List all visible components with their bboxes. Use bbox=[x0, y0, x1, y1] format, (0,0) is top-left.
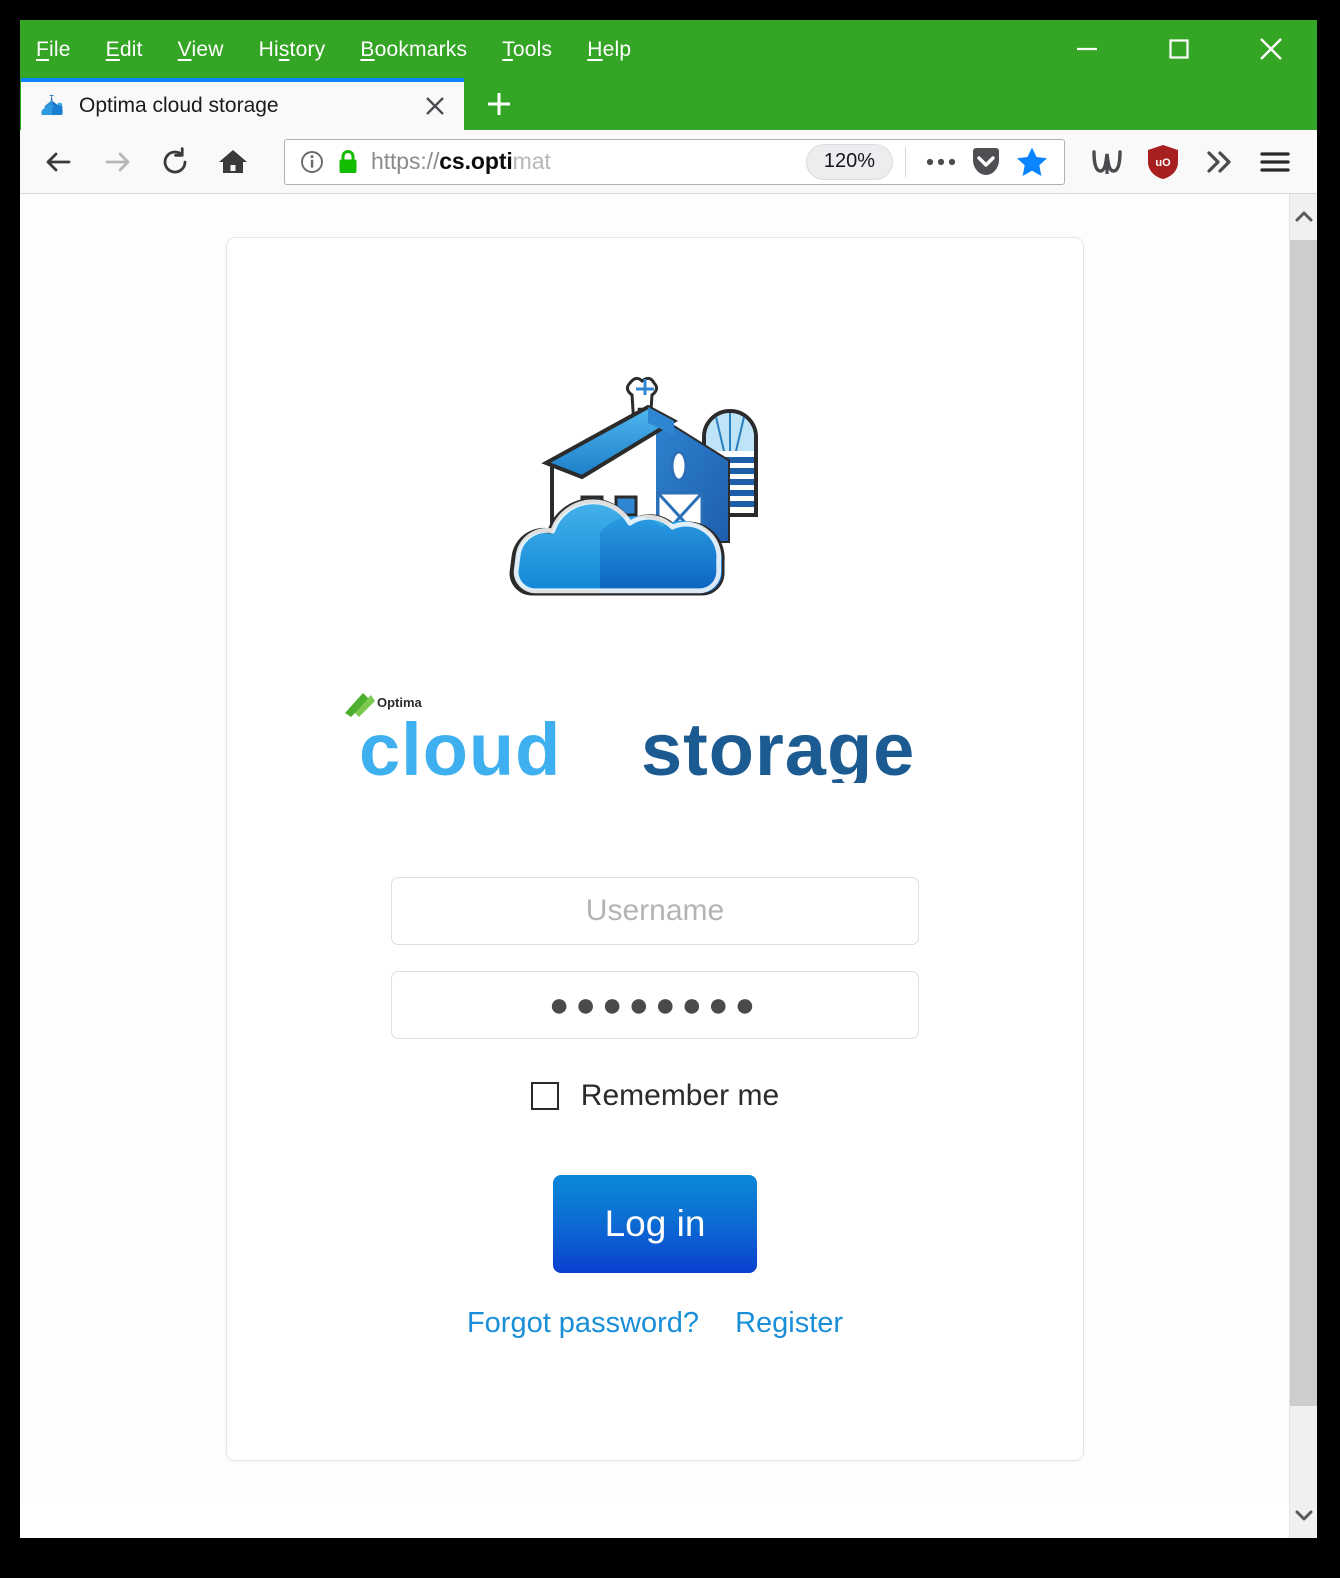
url-host-rest: mat bbox=[513, 148, 551, 174]
menu-edit[interactable]: Edit bbox=[106, 39, 143, 60]
page-bottom-strip bbox=[21, 1502, 1289, 1538]
url-scheme: https:// bbox=[371, 148, 439, 174]
minimize-button[interactable] bbox=[1041, 20, 1133, 78]
close-button[interactable] bbox=[1225, 20, 1317, 78]
tab-close-icon[interactable] bbox=[416, 87, 454, 125]
home-icon[interactable] bbox=[204, 133, 262, 191]
window-controls bbox=[1041, 20, 1317, 78]
cloud-barn-favicon bbox=[39, 93, 65, 119]
back-arrow-icon[interactable] bbox=[30, 133, 88, 191]
scroll-up-arrow[interactable] bbox=[1290, 194, 1317, 240]
url-host-prefix: cs. bbox=[439, 148, 471, 174]
ellipsis-icon[interactable] bbox=[918, 155, 964, 169]
wordmark: Optima cloud storage bbox=[341, 691, 969, 783]
menu-tools[interactable]: Tools bbox=[502, 39, 552, 60]
scroll-down-arrow[interactable] bbox=[1290, 1492, 1317, 1538]
url-separator bbox=[905, 147, 906, 177]
login-button[interactable]: Log in bbox=[553, 1175, 757, 1273]
optima-cloud-storage-barn-logo bbox=[490, 364, 820, 616]
navigation-toolbar: https://cs.optimat 120% bbox=[20, 130, 1317, 194]
menu-file[interactable]: File bbox=[36, 39, 71, 60]
wot-icon[interactable] bbox=[1079, 133, 1135, 191]
pocket-icon[interactable] bbox=[964, 146, 1008, 178]
auth-links: Forgot password? Register bbox=[467, 1307, 843, 1340]
login-card: Optima cloud storage ●●●●●●●● Remember m… bbox=[226, 237, 1084, 1461]
menu-help[interactable]: Help bbox=[587, 39, 631, 60]
app-menu-icon[interactable] bbox=[1247, 133, 1303, 191]
overflow-chevrons-icon[interactable] bbox=[1191, 133, 1247, 191]
menu-history[interactable]: History bbox=[259, 39, 326, 60]
tab-title: Optima cloud storage bbox=[79, 94, 416, 118]
username-input[interactable] bbox=[391, 877, 919, 945]
zoom-level-badge[interactable]: 120% bbox=[806, 144, 893, 180]
content-viewport: Optima cloud storage ●●●●●●●● Remember m… bbox=[20, 194, 1317, 1538]
tab-strip: Optima cloud storage bbox=[20, 78, 1317, 130]
menu-bar: File Edit View History Bookmarks Tools Help bbox=[20, 39, 631, 60]
maximize-button[interactable] bbox=[1133, 20, 1225, 78]
svg-text:storage: storage bbox=[641, 708, 915, 783]
remember-me-row[interactable]: Remember me bbox=[531, 1079, 779, 1113]
new-tab-plus-icon[interactable] bbox=[464, 78, 534, 130]
svg-text:cloud: cloud bbox=[359, 708, 561, 783]
svg-text:uO: uO bbox=[1155, 157, 1171, 169]
url-text[interactable]: https://cs.optimat bbox=[371, 148, 796, 175]
menu-view[interactable]: View bbox=[178, 39, 224, 60]
remember-me-label: Remember me bbox=[581, 1079, 779, 1113]
web-page: Optima cloud storage ●●●●●●●● Remember m… bbox=[21, 194, 1289, 1538]
page-scrollbar[interactable] bbox=[1289, 194, 1317, 1538]
reload-icon[interactable] bbox=[146, 133, 204, 191]
ublock-origin-icon[interactable]: uO bbox=[1135, 133, 1191, 191]
tab-optima-cloud-storage[interactable]: Optima cloud storage bbox=[21, 78, 464, 130]
scrollbar-track[interactable] bbox=[1290, 240, 1317, 1492]
browser-window: File Edit View History Bookmarks Tools Help bbox=[20, 20, 1317, 1538]
menu-bookmarks[interactable]: Bookmarks bbox=[360, 39, 467, 60]
forgot-password-link[interactable]: Forgot password? bbox=[467, 1307, 699, 1340]
password-input[interactable]: ●●●●●●●● bbox=[391, 971, 919, 1039]
title-bar: File Edit View History Bookmarks Tools Help bbox=[20, 20, 1317, 78]
forward-arrow-icon[interactable] bbox=[88, 133, 146, 191]
url-host-strong: opti bbox=[471, 148, 513, 174]
scrollbar-thumb[interactable] bbox=[1290, 240, 1317, 1406]
page-info-icon[interactable] bbox=[299, 149, 325, 175]
remember-me-checkbox[interactable] bbox=[531, 1082, 559, 1110]
url-bar[interactable]: https://cs.optimat 120% bbox=[284, 139, 1065, 185]
bookmark-star-icon[interactable] bbox=[1008, 145, 1056, 179]
padlock-secure-icon[interactable] bbox=[335, 148, 361, 176]
login-form: ●●●●●●●● Remember me Log in Forgot passw… bbox=[391, 877, 919, 1340]
screen-matte: File Edit View History Bookmarks Tools Help bbox=[0, 0, 1340, 1578]
register-link[interactable]: Register bbox=[735, 1307, 843, 1340]
